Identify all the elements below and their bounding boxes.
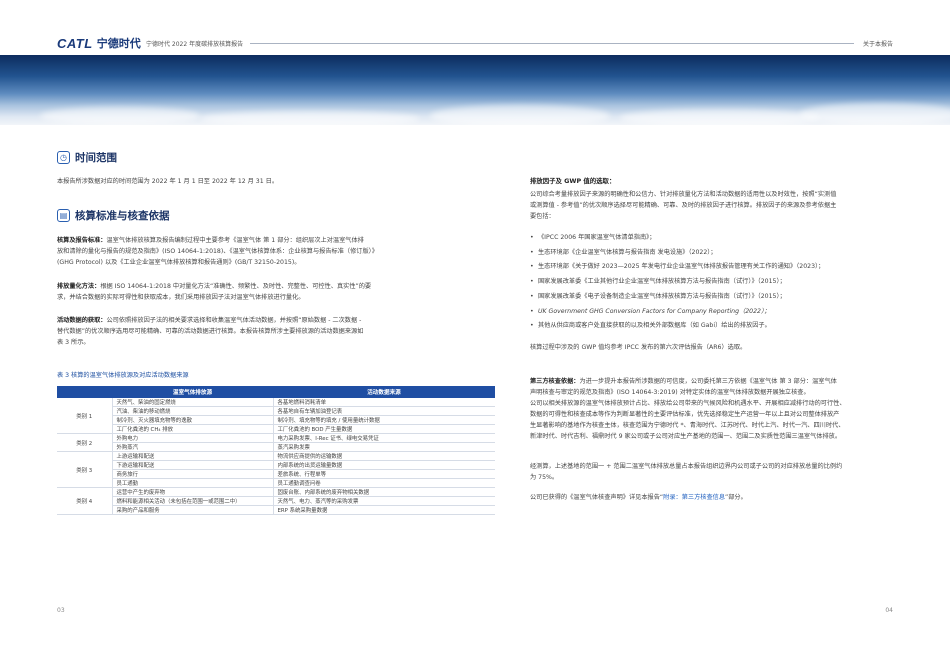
table-row: 类别 3 上游运输和配送 物流供应商提供的运输数据 — [57, 451, 495, 489]
table-row: 汽油、柴油的移动燃烧 各基地自有车辆加油登记表 — [57, 406, 495, 417]
column-header-data: 活动数据来源 — [273, 386, 495, 398]
gwp-text: 核算过程中涉及的 GWP 值均参考 IPCC 发布的第六次评估报告（AR6）选取… — [530, 344, 747, 351]
emission-factor-list: 《IPCC 2006 年国家温室气体清单指南》； 生态环境部《企业温室气体核算与… — [530, 231, 910, 334]
time-scope-text: 本报告所涉数据对应的时间范围为 2022 年 1 月 1 日至 2022 年 1… — [57, 178, 279, 185]
page-header: CATL 宁德时代 宁德时代 2022 年度碳排放核算报告 关于本报告 — [0, 0, 950, 51]
appendix-link[interactable]: 附录：第三方核查信息 — [663, 494, 725, 501]
table-row: 员工通勤 员工通勤调查问卷 — [57, 478, 495, 489]
list-item: 其他从供应商或客户处直接获取的以及相关外部数据库（如 Gabi）给出的排放因子。 — [530, 319, 910, 334]
third-party-verification-text: 第三方核查依据：为进一步提升本报告所涉数据的可信度，公司委托第三方依据《温室气体… — [530, 378, 846, 440]
logo-en: CATL — [57, 35, 93, 51]
table-row: 类别 2 外购电力 电力采购发票、I-Rec 证书、绿电交易凭证 — [57, 433, 495, 453]
standards-paragraph-3: 活动数据的获取：公司依照排放因子法的相关要求选择和收集温室气体活动数据，并按照“… — [57, 317, 364, 346]
category-cell: 类别 3 — [57, 451, 113, 489]
catl-logo: CATL 宁德时代 — [57, 35, 141, 51]
time-scope-heading: ◷ 时间范围 — [57, 150, 117, 165]
emission-factor-heading: 排放因子及 GWP 值的选取： — [530, 177, 616, 185]
table-row: 下游运输和配送 内部系统的出货运输量数据 — [57, 460, 495, 471]
header-divider — [250, 43, 854, 44]
table-row: 工厂化粪池的 CH₄ 排放 工厂化粪池的 BOD 产生量数据 — [57, 424, 495, 435]
standards-paragraph-1: 核算及报告标准：温室气体排放核算及报告编制过程中主要参考《温室气体 第 1 部分… — [57, 237, 378, 266]
document-icon: ▤ — [57, 209, 70, 222]
table-header-row: 温室气体排放源 活动数据来源 — [57, 386, 495, 398]
sky-banner-image — [0, 55, 950, 125]
list-item: 生态环境部《企业温室气体核算与报告指南 发电设施》（2022）； — [530, 246, 910, 261]
table-row: 类别 1 天然气、柴油的固定燃烧 各基地燃料消耗清单 — [57, 398, 495, 435]
logo-cn: 宁德时代 — [96, 37, 141, 50]
table-row: 类别 4 运营中产生的废弃物 固废台账、内部系统的废弃物相关数据 — [57, 487, 495, 516]
standards-paragraph-2: 排放量化方法：根据 ISO 14064-1:2018 中对量化方法“准确性、频繁… — [57, 283, 372, 301]
table-row: 外购蒸汽 蒸汽采购发票 — [57, 442, 495, 453]
list-item: UK Government GHG Conversion Factors for… — [530, 305, 910, 320]
coverage-ratio-text: 经测算，上述基地的范围一 + 范围二温室气体排放总量占本报告组织边界内公司或子公… — [530, 463, 843, 481]
list-item: 《IPCC 2006 年国家温室气体清单指南》； — [530, 231, 910, 246]
table-row: 采购的产品和服务 ERP 系统采购量数据 — [57, 505, 495, 516]
section-name: 关于本报告 — [862, 41, 893, 48]
category-cell: 类别 1 — [57, 398, 113, 435]
table-row: 商务旅行 差旅系统、行程单等 — [57, 469, 495, 480]
clock-icon: ◷ — [57, 151, 70, 164]
verification-statement-text: 公司已获得的《温室气体核查声明》详见本报告“附录：第三方核查信息”部分。 — [530, 494, 747, 501]
list-item: 国家发展改革委《电子设备制造企业温室气体排放核算方法与报告指南（试行）》（201… — [530, 290, 910, 305]
list-item: 生态环境部《关于做好 2023—2025 年发电行业企业温室气体排放报告管理有关… — [530, 260, 910, 275]
table-caption: 表 3 核算的温室气体排放源及对应活动数据来源 — [57, 372, 189, 379]
category-cell: 类别 2 — [57, 433, 113, 453]
document-title: 宁德时代 2022 年度碳排放核算报告 — [146, 41, 244, 48]
category-cell: 类别 4 — [57, 487, 113, 516]
column-header-source: 温室气体排放源 — [112, 386, 273, 398]
left-page-number: 03 — [57, 607, 65, 614]
standards-heading: ▤ 核算标准与核查依据 — [57, 208, 170, 223]
table-row: 制冷剂、灭火器填充物等的逸散 制冷剂、填充物等的填充 / 使用量统计数据 — [57, 415, 495, 426]
table-row: 燃料和能源相关活动（未包括在范围一或范围二中） 天然气、电力、蒸汽等的采购发票 — [57, 496, 495, 507]
emission-sources-table: 温室气体排放源 活动数据来源 类别 1 天然气、柴油的固定燃烧 各基地燃料消耗清单 … — [57, 386, 495, 516]
emission-factor-text: 公司综合考量排放因子来源的明确性和公信力、针对排放量化方法和活动数据的适用性以及… — [530, 191, 837, 220]
right-page-number: 04 — [885, 607, 893, 614]
list-item: 国家发展改革委《工业其他行业企业温室气体排放核算方法与报告指南（试行）》（201… — [530, 275, 910, 290]
